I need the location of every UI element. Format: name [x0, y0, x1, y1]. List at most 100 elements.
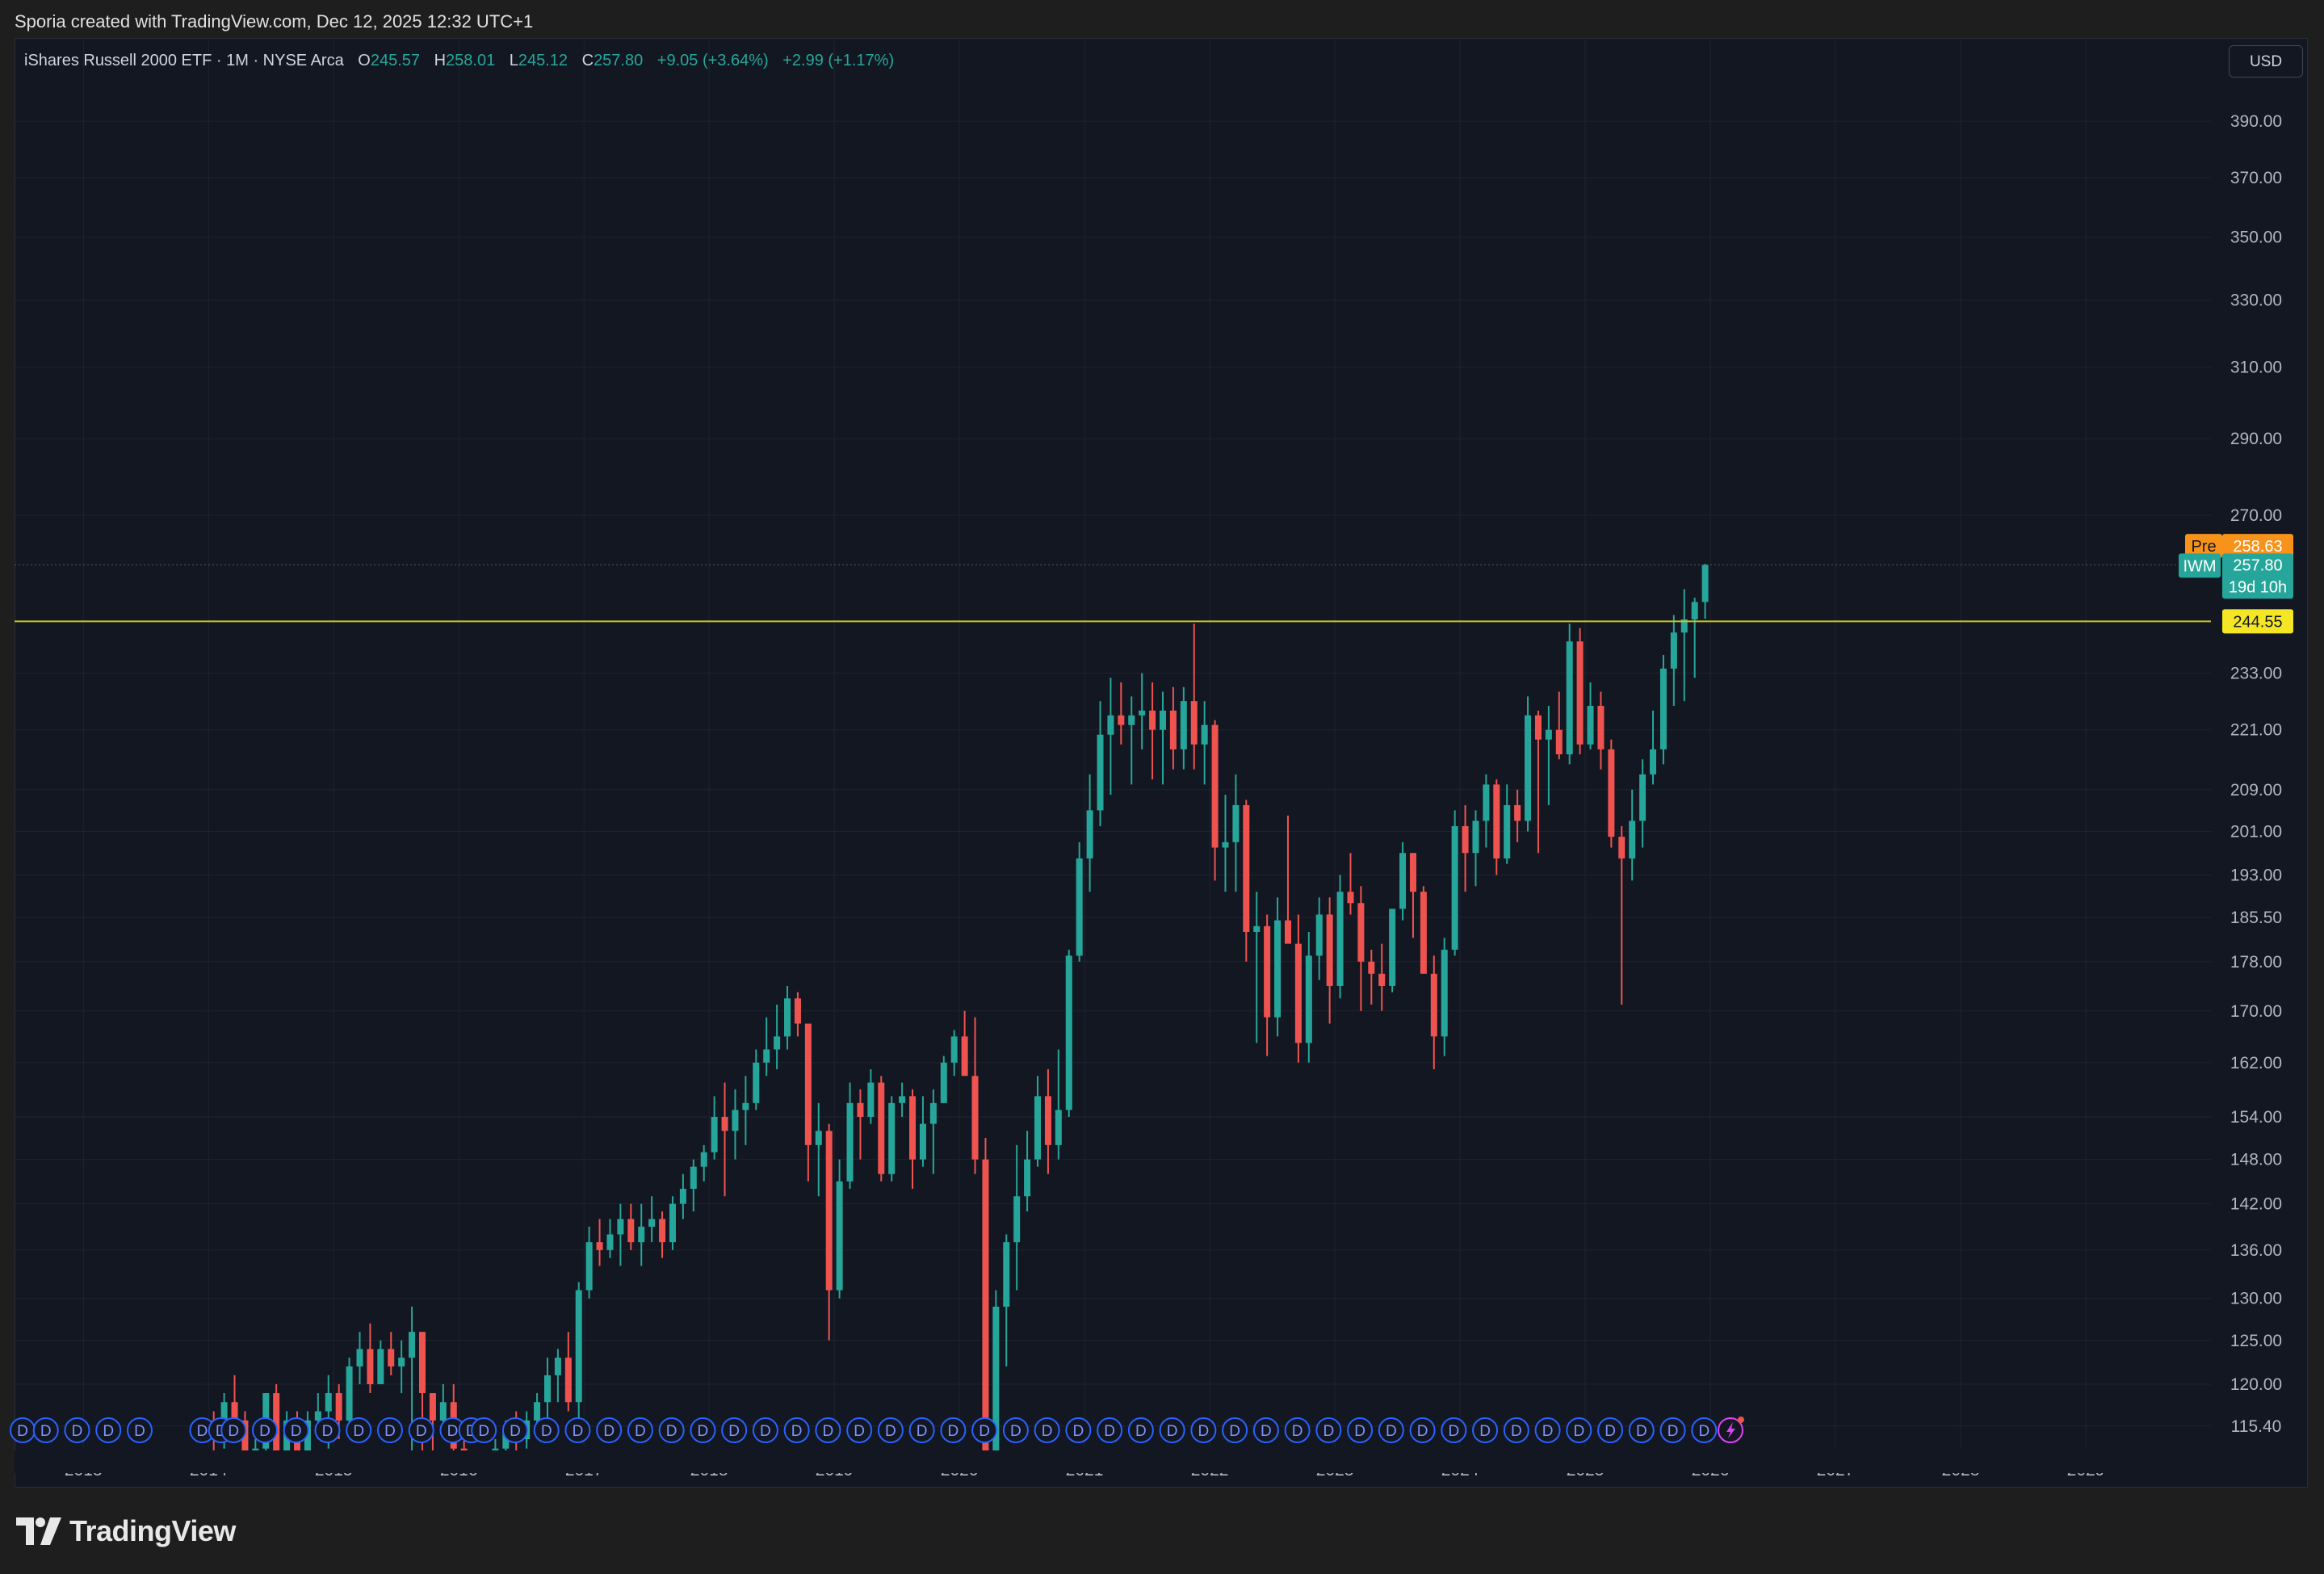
- price-tick-label: 270.00: [2230, 506, 2282, 525]
- dividend-marker-label: D: [259, 1423, 271, 1440]
- candle-body: [763, 1049, 770, 1063]
- dividend-marker-label: D: [917, 1423, 928, 1440]
- price-axis[interactable]: 390.00 370.00 350.00 330.00 310.00 290.00 270.…: [2230, 112, 2282, 1436]
- price-tick-label: 162.00: [2230, 1054, 2282, 1072]
- dividend-marker-label: D: [948, 1423, 959, 1440]
- candle-body: [1159, 710, 1166, 730]
- dividend-marker-label: D: [1542, 1423, 1554, 1440]
- tradingview-logo[interactable]: TradingView: [16, 1513, 236, 1549]
- price-tick-label: 390.00: [2230, 112, 2282, 131]
- candle-body: [1618, 837, 1626, 858]
- candle-body: [711, 1116, 718, 1152]
- candle-body: [1420, 892, 1427, 974]
- dividend-marker-label: D: [1417, 1423, 1428, 1440]
- candle-body: [1650, 749, 1657, 774]
- candle-body: [1034, 1096, 1042, 1160]
- candle-body: [1264, 926, 1271, 1018]
- candle-body: [335, 1393, 342, 1421]
- candle-series: [15, 564, 2211, 1473]
- candle-body: [721, 1116, 728, 1131]
- low-value: 245.12: [518, 52, 568, 69]
- candle-body: [690, 1166, 697, 1190]
- dividend-marker-label: D: [353, 1423, 364, 1440]
- candle-body: [1597, 706, 1605, 749]
- candle-body: [836, 1181, 843, 1291]
- dividend-marker-label: D: [1386, 1423, 1397, 1440]
- price-tick-label: 125.00: [2230, 1332, 2282, 1350]
- candle-body: [888, 1102, 896, 1174]
- candle-body: [1294, 943, 1302, 1043]
- candle-body: [919, 1123, 926, 1160]
- candle-body: [1118, 715, 1125, 725]
- dividend-marker-label: D: [885, 1423, 896, 1440]
- candle-body: [398, 1358, 405, 1367]
- dividend-marker-label: D: [72, 1423, 83, 1440]
- candle-body: [867, 1082, 875, 1117]
- dividend-marker-label: D: [698, 1423, 709, 1440]
- candle-body: [418, 1332, 426, 1394]
- candle-body: [1190, 701, 1198, 745]
- dividend-marker-label: D: [103, 1423, 114, 1440]
- candle-body: [585, 1242, 593, 1291]
- high-value: 258.01: [446, 52, 496, 69]
- dividend-marker-label: D: [478, 1423, 489, 1440]
- candle-body: [878, 1082, 885, 1174]
- candle-body: [700, 1152, 707, 1167]
- price-tick-label: 130.00: [2230, 1290, 2282, 1308]
- symbol-name[interactable]: iShares Russell 2000 ETF · 1M · NYSE Arc…: [24, 52, 344, 69]
- dividend-marker-label: D: [510, 1423, 521, 1440]
- horizontal-line[interactable]: [15, 564, 2211, 623]
- price-tick-label: 170.00: [2230, 1002, 2282, 1021]
- dividend-marker-label: D: [1636, 1423, 1647, 1440]
- candle-body: [1441, 949, 1448, 1037]
- dividend-marker-label: D: [447, 1423, 459, 1440]
- candle-body: [1315, 914, 1323, 956]
- candle-body: [950, 1036, 958, 1063]
- candle-body: [1399, 853, 1407, 909]
- dividend-marker-label: D: [854, 1423, 865, 1440]
- price-tick-label: 148.00: [2230, 1151, 2282, 1169]
- candle-body: [961, 1036, 968, 1077]
- candle-body: [1451, 825, 1458, 950]
- candle-body: [784, 998, 791, 1037]
- dividend-marker-label: D: [979, 1423, 990, 1440]
- dividend-markers[interactable]: DDDDDDDDDDDDDDDDDDDDDDDDDDDDDDDDDDDDDDDD…: [10, 1417, 1744, 1443]
- price-tick-label: 185.50: [2230, 909, 2282, 927]
- grid-lines: [15, 40, 2211, 1447]
- candle-body: [564, 1358, 572, 1403]
- candle-body: [1086, 810, 1093, 858]
- symbol-legend: iShares Russell 2000 ETF · 1M · NYSE Arc…: [24, 47, 894, 74]
- candle-body: [857, 1102, 864, 1117]
- dividend-marker-label: D: [1573, 1423, 1584, 1440]
- candle-body: [794, 998, 801, 1024]
- candle-body: [899, 1096, 906, 1103]
- price-tick-label: 193.00: [2230, 866, 2282, 884]
- dividend-marker-label: D: [1010, 1423, 1021, 1440]
- axis-mask: [15, 1450, 2211, 1473]
- price-tick-label: 115.40: [2231, 1417, 2282, 1436]
- dividend-marker-label: D: [228, 1423, 239, 1440]
- currency-button[interactable]: USD: [2229, 45, 2303, 78]
- pre-value: 258.63: [2233, 538, 2282, 556]
- candle-body: [659, 1219, 666, 1243]
- candlestick-chart[interactable]: 2013201420152016201720182019202020212022…: [0, 0, 2324, 1574]
- dividend-marker-label: D: [635, 1423, 646, 1440]
- candle-body: [846, 1102, 854, 1182]
- candle-body: [1107, 715, 1114, 735]
- candle-body: [1357, 903, 1365, 962]
- dividend-marker-label: D: [1448, 1423, 1459, 1440]
- candle-body: [575, 1290, 582, 1403]
- dividend-marker-label: D: [728, 1423, 740, 1440]
- candle-body: [1003, 1242, 1010, 1307]
- candle-body: [1629, 821, 1636, 858]
- candle-body: [1044, 1096, 1051, 1145]
- candle-body: [627, 1219, 635, 1243]
- dividend-marker-label: D: [40, 1423, 52, 1440]
- dividend-marker-label: D: [1605, 1423, 1616, 1440]
- candle-body: [1659, 668, 1667, 749]
- change-value: +9.05 (+3.64%): [657, 52, 769, 69]
- candle-body: [774, 1036, 781, 1050]
- candle-body: [679, 1189, 686, 1204]
- hline-value: 244.55: [2233, 613, 2282, 631]
- candle-body: [929, 1102, 937, 1124]
